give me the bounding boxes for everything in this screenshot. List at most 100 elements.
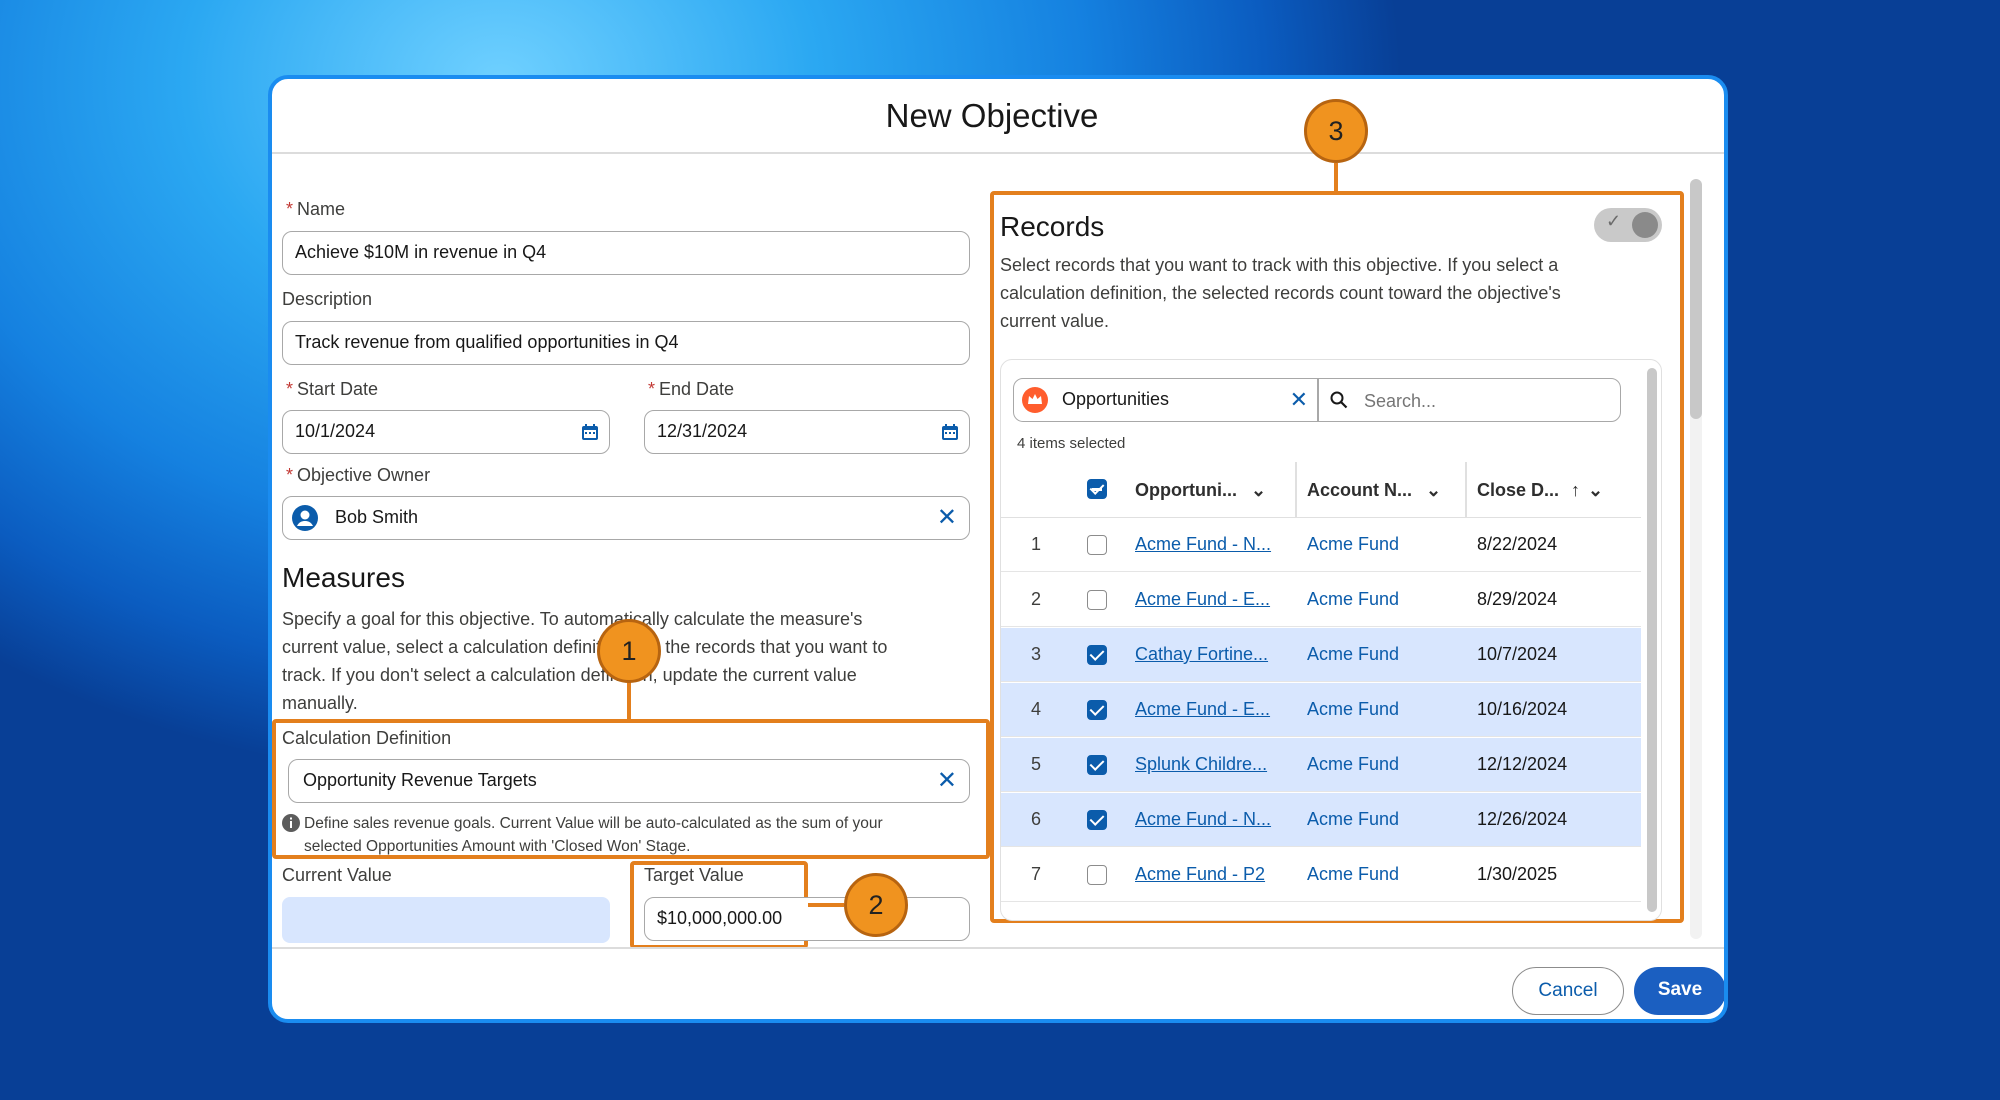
select-all-checkbox[interactable] [1087, 479, 1107, 499]
row-number: 6 [1030, 809, 1041, 829]
row-checkbox[interactable] [1087, 865, 1107, 885]
row-number: 3 [1030, 644, 1041, 664]
close-date: 8/22/2024 [1477, 534, 1558, 554]
owner-label: * Objective Owner [286, 465, 431, 485]
target-value-input[interactable]: $10,000,000.00 [644, 897, 970, 941]
table-row[interactable]: 2 Acme Fund - E... Acme Fund 8/29/2024 [1001, 573, 1641, 627]
current-value-label: Current Value [282, 865, 392, 885]
opportunity-link[interactable]: Acme Fund - N... [1135, 518, 1271, 571]
table-row[interactable]: 6 Acme Fund - N... Acme Fund 12/26/2024 [1001, 793, 1641, 847]
description-label: Description [282, 289, 373, 309]
calc-definition-help: Define sales revenue goals. Current Valu… [304, 815, 883, 855]
measures-heading: Measures [282, 562, 405, 593]
sort-ascending-icon[interactable]: ↑ [1571, 480, 1580, 500]
row-number: 2 [1030, 589, 1041, 609]
row-checkbox[interactable] [1087, 700, 1107, 720]
start-date-input[interactable]: 10/1/2024 [282, 410, 610, 454]
row-checkbox[interactable] [1087, 810, 1107, 830]
description-input[interactable]: Track revenue from qualified opportuniti… [282, 321, 970, 365]
row-number: 5 [1030, 754, 1041, 774]
callout-badge-1: 1 [597, 619, 661, 683]
row-number: 1 [1030, 534, 1041, 554]
column-account[interactable]: Account N... ⌄ [1307, 480, 1441, 500]
column-opportunity[interactable]: Opportuni... ⌄ [1135, 480, 1266, 500]
table-row[interactable]: 5 Splunk Childre... Acme Fund 12/12/2024 [1001, 738, 1641, 792]
callout-badge-3: 3 [1304, 99, 1368, 163]
check-icon: ✓ [1606, 211, 1622, 231]
calendar-icon[interactable] [581, 423, 599, 441]
cancel-button[interactable]: Cancel [1512, 967, 1624, 1015]
target-value-label: Target Value [644, 865, 744, 885]
callout-line-3 [1334, 163, 1338, 193]
close-date: 1/30/2025 [1477, 864, 1558, 884]
records-toggle[interactable]: ✓ [1594, 208, 1662, 242]
new-objective-modal: New Objective * Name Achieve $10M in reve… [268, 75, 1728, 1023]
callout-badge-2: 2 [844, 873, 908, 937]
opportunity-link[interactable]: Acme Fund - E... [1135, 573, 1270, 626]
clear-owner-icon[interactable]: ✕ [937, 497, 957, 538]
chevron-down-icon[interactable]: ⌄ [1588, 480, 1603, 500]
close-date: 8/29/2024 [1477, 589, 1558, 609]
modal-scrollbar[interactable] [1690, 179, 1702, 939]
account-link[interactable]: Acme Fund [1307, 793, 1399, 846]
account-link[interactable]: Acme Fund [1307, 848, 1399, 901]
table-scrollbar-thumb[interactable] [1647, 368, 1657, 912]
callout-line-2 [808, 903, 844, 907]
object-selector[interactable]: Opportunities ✕ [1013, 378, 1319, 422]
records-description: Select records that you want to track wi… [1000, 255, 1561, 331]
user-avatar-icon [292, 505, 318, 531]
row-checkbox[interactable] [1087, 535, 1107, 555]
opportunity-link[interactable]: Acme Fund - E... [1135, 683, 1270, 736]
row-checkbox[interactable] [1087, 755, 1107, 775]
info-icon [282, 814, 300, 832]
toggle-knob [1632, 212, 1658, 238]
table-scrollbar[interactable] [1647, 368, 1657, 912]
records-table-panel: Opportunities ✕ 4 items selected Opportu… [1000, 359, 1662, 921]
opportunity-link[interactable]: Cathay Fortine... [1135, 628, 1268, 681]
records-search[interactable] [1317, 378, 1621, 422]
owner-input[interactable]: Bob Smith ✕ [282, 496, 970, 540]
row-checkbox[interactable] [1087, 645, 1107, 665]
table-header: Opportuni... ⌄ Account N... ⌄ Close D... ↑ ⌄ [1001, 462, 1641, 518]
clear-calc-definition-icon[interactable]: ✕ [937, 760, 957, 801]
close-date: 10/16/2024 [1477, 699, 1568, 719]
close-date: 12/26/2024 [1477, 809, 1568, 829]
table-row[interactable]: 3 Cathay Fortine... Acme Fund 10/7/2024 [1001, 628, 1641, 682]
opportunity-link[interactable]: Acme Fund - N... [1135, 793, 1271, 846]
table-row[interactable]: 1 Acme Fund - N... Acme Fund 8/22/2024 [1001, 518, 1641, 572]
name-input[interactable]: Achieve $10M in revenue in Q4 [282, 231, 970, 275]
calc-definition-label: Calculation Definition [282, 728, 452, 748]
close-date: 12/12/2024 [1477, 754, 1568, 774]
name-label: * Name [286, 199, 346, 219]
column-close-date[interactable]: Close D... ↑ ⌄ [1477, 480, 1603, 500]
search-icon [1330, 391, 1348, 409]
row-number: 4 [1030, 699, 1041, 719]
end-date-input[interactable]: 12/31/2024 [644, 410, 970, 454]
table-row[interactable]: 7 Acme Fund - P2 Acme Fund 1/30/2025 [1001, 848, 1641, 902]
chevron-down-icon[interactable]: ⌄ [1426, 480, 1441, 500]
close-date: 10/7/2024 [1477, 644, 1558, 664]
callout-line-1 [627, 679, 631, 721]
current-value-field[interactable] [282, 897, 610, 943]
save-button[interactable]: Save [1634, 967, 1724, 1015]
end-date-label: * End Date [648, 379, 735, 399]
row-checkbox[interactable] [1087, 590, 1107, 610]
modal-header: New Objective [272, 79, 1724, 154]
account-link[interactable]: Acme Fund [1307, 518, 1399, 571]
calc-definition-input[interactable]: Opportunity Revenue Targets ✕ [288, 759, 970, 803]
modal-scrollbar-thumb[interactable] [1690, 179, 1702, 419]
search-input[interactable] [1362, 385, 1606, 417]
calendar-icon[interactable] [941, 423, 959, 441]
start-date-label: * Start Date [286, 379, 379, 399]
account-link[interactable]: Acme Fund [1307, 628, 1399, 681]
chevron-down-icon[interactable]: ⌄ [1251, 480, 1266, 500]
clear-object-icon[interactable]: ✕ [1290, 379, 1308, 420]
account-link[interactable]: Acme Fund [1307, 738, 1399, 791]
account-link[interactable]: Acme Fund [1307, 683, 1399, 736]
table-row[interactable]: 4 Acme Fund - E... Acme Fund 10/16/2024 [1001, 683, 1641, 737]
crown-icon [1022, 387, 1048, 413]
account-link[interactable]: Acme Fund [1307, 573, 1399, 626]
opportunity-link[interactable]: Acme Fund - P2 [1135, 848, 1265, 901]
opportunity-link[interactable]: Splunk Childre... [1135, 738, 1267, 791]
row-number: 7 [1030, 864, 1041, 884]
